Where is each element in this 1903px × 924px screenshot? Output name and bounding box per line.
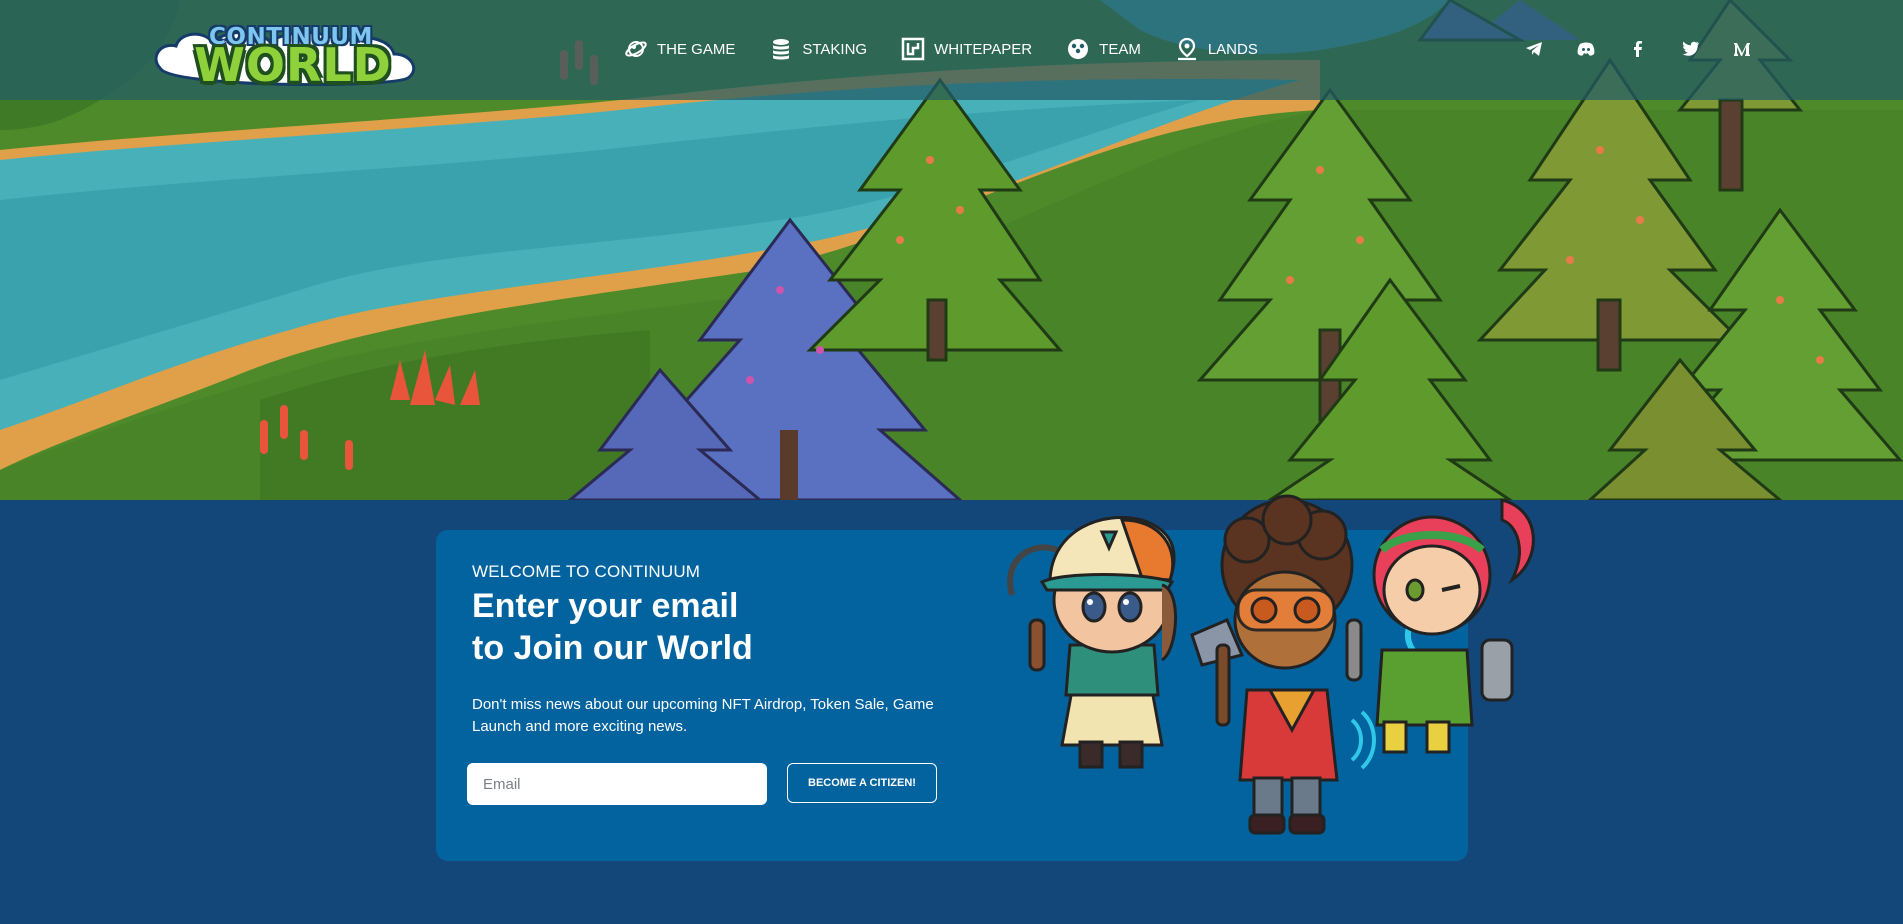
- nav-label: TEAM: [1099, 40, 1141, 58]
- nav-item-team[interactable]: TEAM: [1066, 36, 1141, 62]
- social-links: [1524, 39, 1752, 59]
- nav-label: STAKING: [802, 40, 868, 58]
- location-pin-icon: [1177, 37, 1196, 61]
- main-navigation: THE GAME STAKING WHITEPAPER TEAM LANDS: [624, 36, 1258, 62]
- nav-item-whitepaper[interactable]: WHITEPAPER: [901, 36, 1032, 62]
- nav-item-the-game[interactable]: THE GAME: [624, 36, 735, 62]
- nav-item-staking[interactable]: STAKING: [769, 36, 867, 62]
- team-people-icon: [1068, 39, 1089, 59]
- nav-label: LANDS: [1207, 40, 1258, 58]
- headline-line-2: to Join our World: [472, 629, 753, 667]
- headline-line-1: Enter your email: [472, 587, 739, 625]
- nav-label: THE GAME: [657, 40, 736, 58]
- nav-label: WHITEPAPER: [934, 40, 1033, 58]
- signup-description: Don't miss news about our upcoming NFT A…: [472, 696, 934, 735]
- medium-icon[interactable]: [1732, 39, 1752, 59]
- facebook-icon[interactable]: [1628, 39, 1648, 59]
- characters-illustration: [1007, 494, 1535, 835]
- continuum-world-logo[interactable]: CONTINUUM WORLD: [150, 10, 420, 90]
- game-planet-icon: [625, 41, 647, 57]
- header-bar: CONTINUUM WORLD THE GAME STAKING WHITEPA…: [0, 0, 1903, 100]
- telegram-icon[interactable]: [1524, 39, 1544, 59]
- email-input[interactable]: [467, 763, 767, 805]
- farmer-girl-character: [1007, 516, 1177, 769]
- logo-text-bottom: WORLD: [194, 38, 392, 92]
- engineer-girl-character: [1345, 498, 1535, 754]
- signup-headline: Enter your email to Join our World: [472, 585, 753, 669]
- coin-stack-icon: [773, 39, 790, 60]
- hero-banner: CONTINUUM WORLD THE GAME STAKING WHITEPA…: [0, 0, 1903, 500]
- discord-icon[interactable]: [1576, 39, 1596, 59]
- become-citizen-button[interactable]: BECOME A CITIZEN!: [787, 763, 937, 803]
- nav-item-lands[interactable]: LANDS: [1175, 36, 1258, 62]
- map-document-icon: [901, 37, 925, 61]
- twitter-icon[interactable]: [1680, 39, 1700, 59]
- welcome-kicker: WELCOME TO CONTINUUM: [472, 562, 701, 581]
